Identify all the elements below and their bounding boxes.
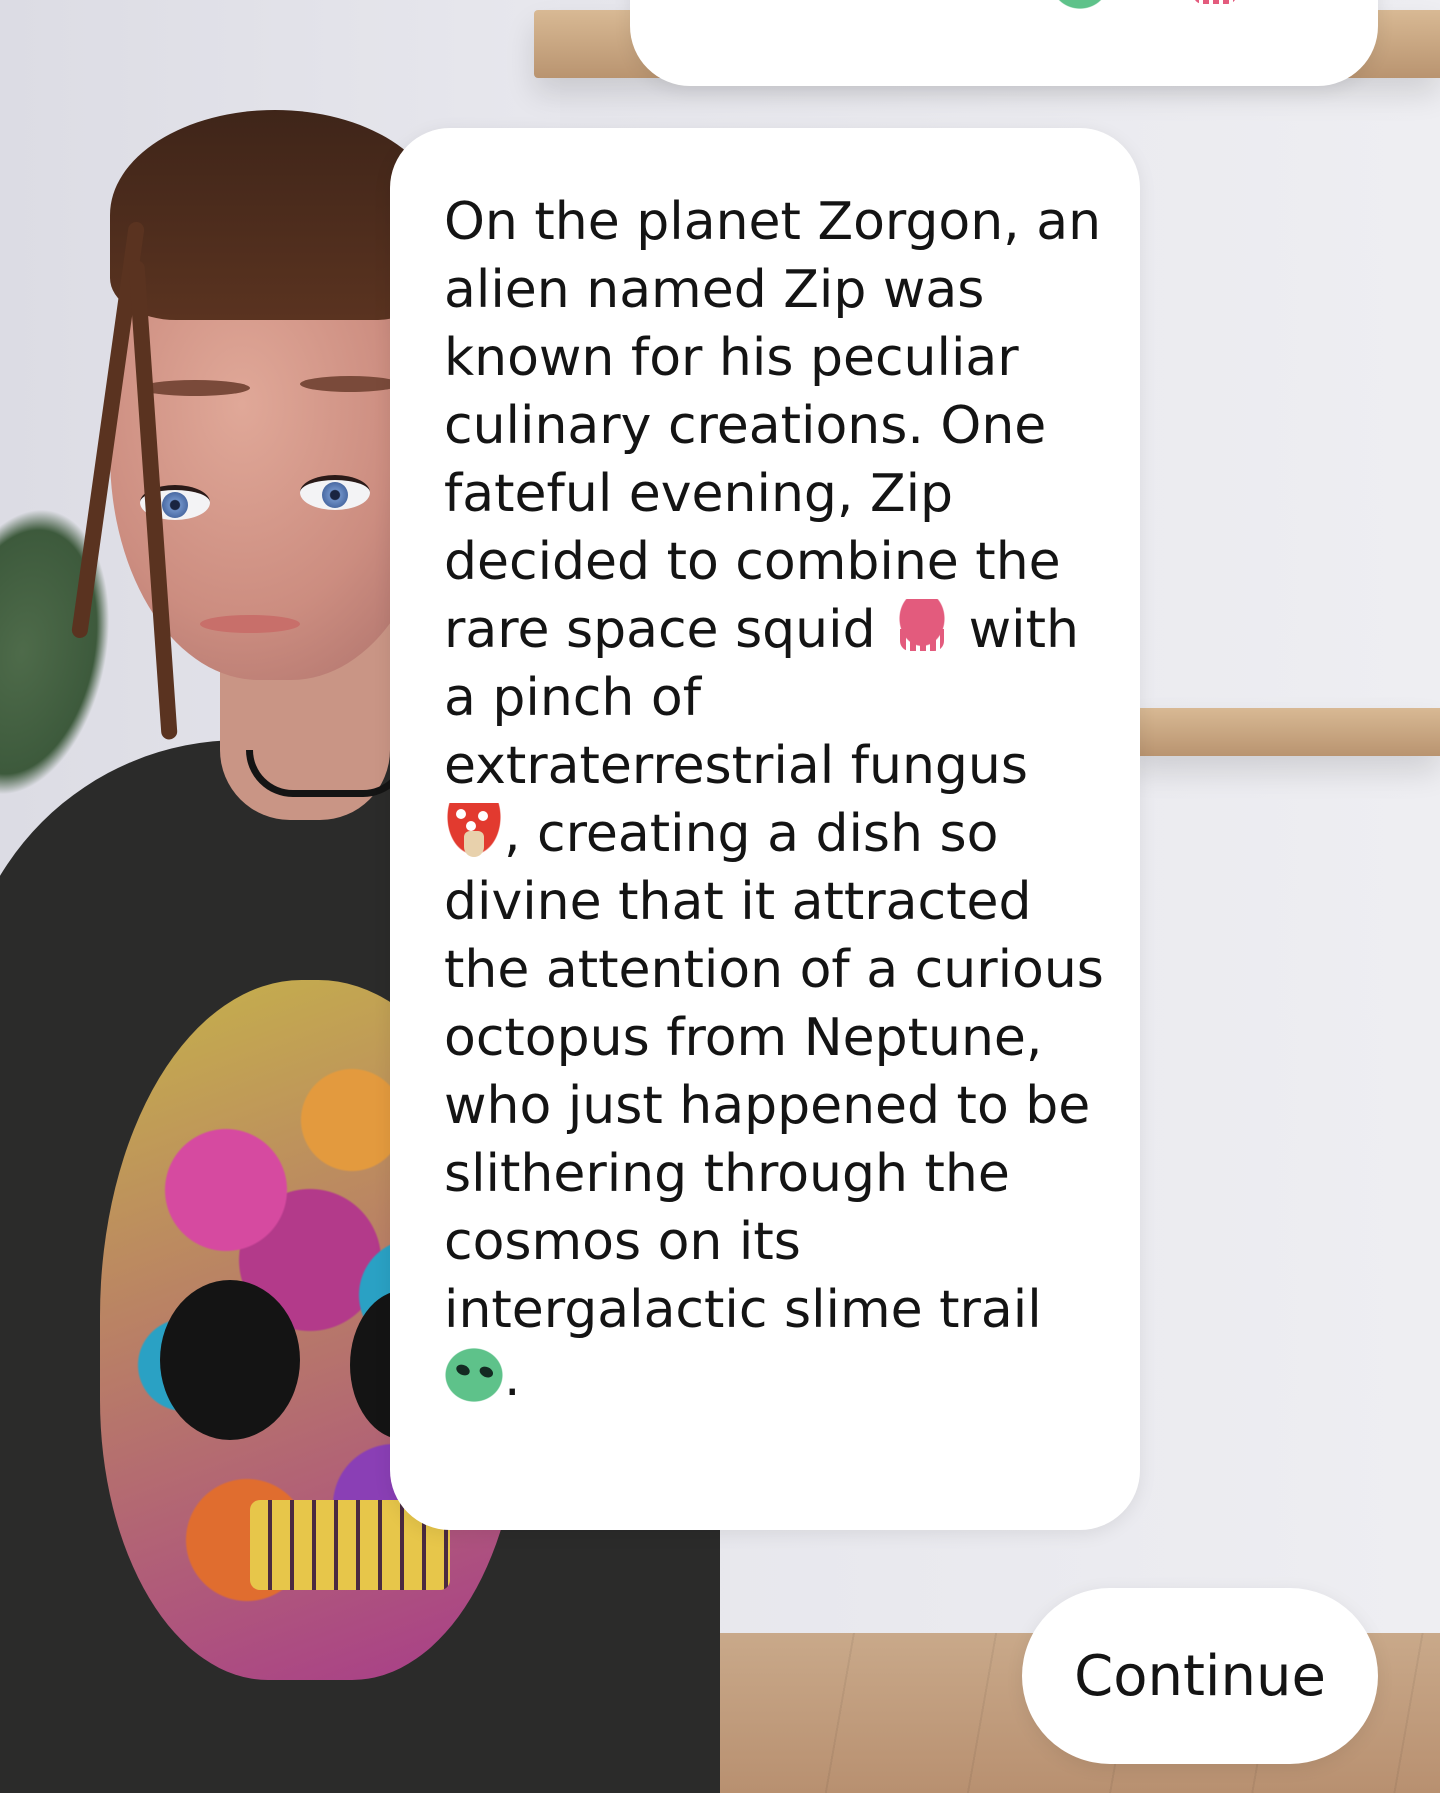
wall-shelf-middle [1130,708,1440,756]
previous-message-bubble: this combo.. [630,0,1378,86]
octopus-emoji-icon [1185,0,1246,8]
alien-emoji-icon [444,1347,504,1403]
alien-emoji-icon [1050,0,1110,10]
avatar-choker [246,750,410,797]
story-segment-3: , creating a dish so divine that it attr… [444,804,1104,1340]
avatar-eye-right [300,475,370,510]
story-message-text: On the planet Zorgon, an alien named Zip… [444,188,1104,1412]
continue-button[interactable]: Continue [1022,1588,1378,1764]
mushroom-emoji-icon [444,803,504,859]
story-segment-1: On the planet Zorgon, an alien named Zip… [444,192,1102,660]
avatar-brow-left [140,380,250,396]
skull-eye-left [160,1280,300,1440]
story-message-bubble: On the planet Zorgon, an alien named Zip… [390,128,1140,1530]
chat-scene: this combo.. On the planet Zorgon, an al… [0,0,1440,1793]
previous-message-text: this combo.. [680,0,969,8]
octopus-emoji-icon [892,599,953,655]
avatar-mouth [200,615,300,633]
avatar-brow-right [300,376,400,392]
story-segment-4: . [504,1348,521,1408]
